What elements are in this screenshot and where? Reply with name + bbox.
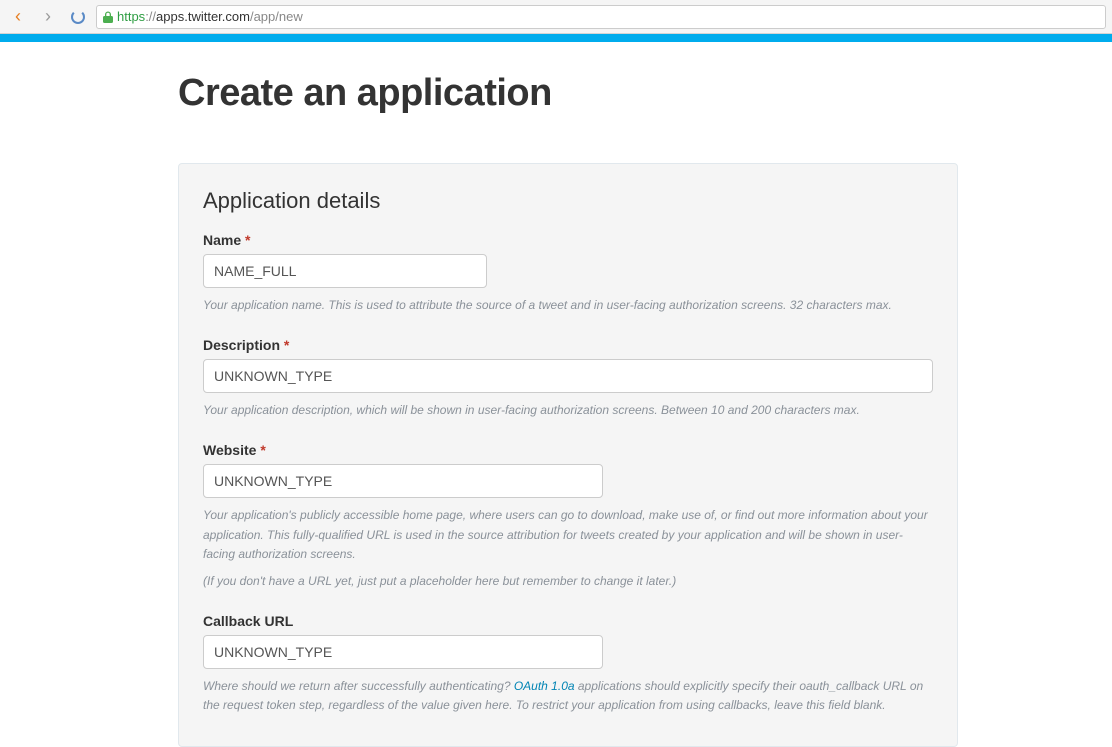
field-name: Name * Your application name. This is us… — [203, 232, 933, 315]
page-body: Create an application Application detail… — [0, 42, 1112, 747]
url-text: https://apps.twitter.com/app/new — [117, 9, 303, 24]
help-website-1: Your application's publicly accessible h… — [203, 506, 933, 564]
brand-top-bar — [0, 34, 1112, 42]
help-callback: Where should we return after successfull… — [203, 677, 933, 715]
panel-heading: Application details — [203, 188, 933, 214]
application-details-panel: Application details Name * Your applicat… — [178, 163, 958, 747]
label-callback: Callback URL — [203, 613, 933, 629]
required-mark: * — [260, 442, 265, 458]
address-bar[interactable]: https://apps.twitter.com/app/new — [96, 5, 1106, 29]
required-mark: * — [284, 337, 289, 353]
help-description: Your application description, which will… — [203, 401, 933, 420]
oauth-link[interactable]: OAuth 1.0a — [514, 679, 575, 693]
chevron-right-icon: › — [45, 6, 51, 27]
required-mark: * — [245, 232, 250, 248]
label-website: Website * — [203, 442, 933, 458]
lock-icon — [103, 11, 113, 23]
field-callback: Callback URL Where should we return afte… — [203, 613, 933, 715]
field-description: Description * Your application descripti… — [203, 337, 933, 420]
chevron-left-icon: ‹ — [15, 6, 21, 27]
help-website-2: (If you don't have a URL yet, just put a… — [203, 572, 933, 591]
name-input[interactable] — [203, 254, 487, 288]
reload-icon — [71, 10, 85, 24]
reload-button[interactable] — [66, 5, 90, 29]
back-button[interactable]: ‹ — [6, 5, 30, 29]
description-input[interactable] — [203, 359, 933, 393]
website-input[interactable] — [203, 464, 603, 498]
page-title: Create an application — [178, 72, 958, 115]
label-name: Name * — [203, 232, 933, 248]
browser-toolbar: ‹ › https://apps.twitter.com/app/new — [0, 0, 1112, 34]
field-website: Website * Your application's publicly ac… — [203, 442, 933, 591]
callback-input[interactable] — [203, 635, 603, 669]
label-description: Description * — [203, 337, 933, 353]
forward-button[interactable]: › — [36, 5, 60, 29]
help-name: Your application name. This is used to a… — [203, 296, 933, 315]
